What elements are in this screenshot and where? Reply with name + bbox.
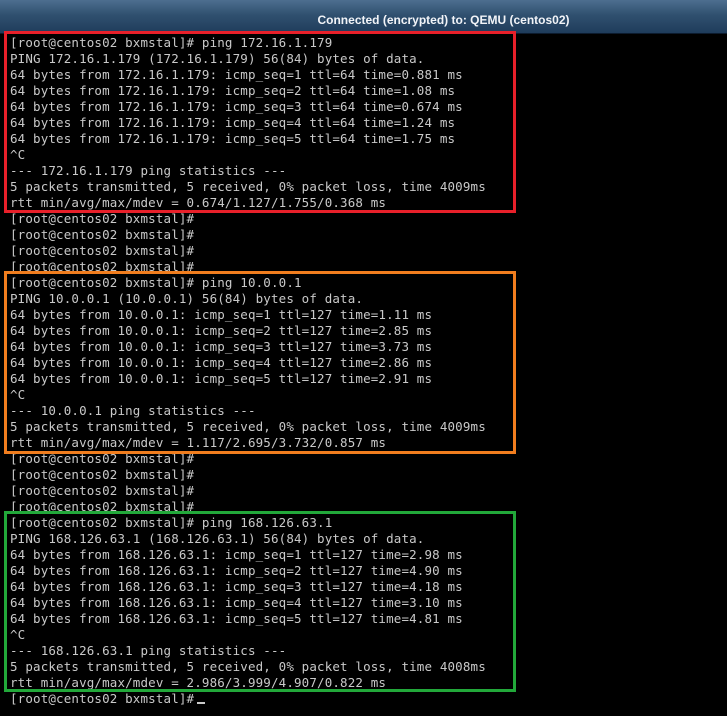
terminal-line-text: 64 bytes from 172.16.1.179: icmp_seq=1 t… — [10, 67, 463, 82]
terminal-line: [root@centos02 bxmstal]# — [10, 211, 486, 227]
terminal-line-text: 5 packets transmitted, 5 received, 0% pa… — [10, 179, 486, 194]
terminal-line: [root@centos02 bxmstal]# — [10, 451, 486, 467]
terminal-line-text: [root@centos02 bxmstal]# ping 168.126.63… — [10, 515, 333, 530]
terminal-line-text: PING 172.16.1.179 (172.16.1.179) 56(84) … — [10, 51, 425, 66]
terminal-line-text: 64 bytes from 168.126.63.1: icmp_seq=1 t… — [10, 547, 463, 562]
terminal-line: 64 bytes from 168.126.63.1: icmp_seq=4 t… — [10, 595, 486, 611]
terminal-line: [root@centos02 bxmstal]# — [10, 243, 486, 259]
terminal-line-text: [root@centos02 bxmstal]# ping 10.0.0.1 — [10, 275, 302, 290]
terminal-line-text: 64 bytes from 168.126.63.1: icmp_seq=3 t… — [10, 579, 463, 594]
terminal-output: [root@centos02 bxmstal]# ping 172.16.1.1… — [10, 35, 486, 707]
terminal-line: 64 bytes from 10.0.0.1: icmp_seq=2 ttl=1… — [10, 323, 486, 339]
terminal-line: 64 bytes from 172.16.1.179: icmp_seq=4 t… — [10, 115, 486, 131]
terminal-line: 5 packets transmitted, 5 received, 0% pa… — [10, 659, 486, 675]
terminal-line: rtt min/avg/max/mdev = 0.674/1.127/1.755… — [10, 195, 486, 211]
terminal-line-text: 5 packets transmitted, 5 received, 0% pa… — [10, 419, 486, 434]
terminal-line: 64 bytes from 172.16.1.179: icmp_seq=3 t… — [10, 99, 486, 115]
terminal-line-text: [root@centos02 bxmstal]# — [10, 483, 195, 498]
terminal-line-text: 64 bytes from 10.0.0.1: icmp_seq=5 ttl=1… — [10, 371, 433, 386]
terminal-line-text: ^C — [10, 147, 26, 162]
terminal-line: 64 bytes from 10.0.0.1: icmp_seq=1 ttl=1… — [10, 307, 486, 323]
terminal-line: ^C — [10, 387, 486, 403]
terminal-line-text: 64 bytes from 168.126.63.1: icmp_seq=2 t… — [10, 563, 463, 578]
terminal-line: [root@centos02 bxmstal]# — [10, 259, 486, 275]
terminal-line-text: [root@centos02 bxmstal]# — [10, 691, 195, 706]
terminal-line-text: rtt min/avg/max/mdev = 2.986/3.999/4.907… — [10, 675, 387, 690]
terminal-line-text: 64 bytes from 10.0.0.1: icmp_seq=4 ttl=1… — [10, 355, 433, 370]
terminal-line-text: 64 bytes from 10.0.0.1: icmp_seq=3 ttl=1… — [10, 339, 433, 354]
terminal-line-text: [root@centos02 bxmstal]# — [10, 499, 195, 514]
terminal-line: 5 packets transmitted, 5 received, 0% pa… — [10, 419, 486, 435]
terminal-line-text: 64 bytes from 10.0.0.1: icmp_seq=1 ttl=1… — [10, 307, 433, 322]
terminal-line: [root@centos02 bxmstal]# — [10, 483, 486, 499]
terminal-line: rtt min/avg/max/mdev = 1.117/2.695/3.732… — [10, 435, 486, 451]
terminal-line: 64 bytes from 172.16.1.179: icmp_seq=5 t… — [10, 131, 486, 147]
terminal-line: --- 10.0.0.1 ping statistics --- — [10, 403, 486, 419]
terminal-line: 64 bytes from 172.16.1.179: icmp_seq=2 t… — [10, 83, 486, 99]
terminal-line-text: 64 bytes from 10.0.0.1: icmp_seq=2 ttl=1… — [10, 323, 433, 338]
terminal-line-text: ^C — [10, 627, 26, 642]
terminal-line-text: [root@centos02 bxmstal]# — [10, 467, 195, 482]
terminal-line: [root@centos02 bxmstal]# — [10, 499, 486, 515]
terminal-line: 64 bytes from 168.126.63.1: icmp_seq=3 t… — [10, 579, 486, 595]
terminal-line-text: ^C — [10, 387, 26, 402]
terminal-line: 64 bytes from 10.0.0.1: icmp_seq=4 ttl=1… — [10, 355, 486, 371]
terminal-line: PING 168.126.63.1 (168.126.63.1) 56(84) … — [10, 531, 486, 547]
terminal-line-text: --- 10.0.0.1 ping statistics --- — [10, 403, 256, 418]
terminal-line: [root@centos02 bxmstal]# ping 10.0.0.1 — [10, 275, 486, 291]
terminal-line-text: --- 172.16.1.179 ping statistics --- — [10, 163, 287, 178]
terminal-line: PING 10.0.0.1 (10.0.0.1) 56(84) bytes of… — [10, 291, 486, 307]
terminal-cursor — [197, 702, 206, 704]
title-bar: Connected (encrypted) to: QEMU (centos02… — [0, 0, 727, 34]
terminal-line: [root@centos02 bxmstal]# — [10, 691, 486, 707]
terminal-line-text: [root@centos02 bxmstal]# — [10, 451, 195, 466]
terminal-line-text: 64 bytes from 168.126.63.1: icmp_seq=5 t… — [10, 611, 463, 626]
terminal-line: 64 bytes from 10.0.0.1: icmp_seq=3 ttl=1… — [10, 339, 486, 355]
terminal-line-text: PING 168.126.63.1 (168.126.63.1) 56(84) … — [10, 531, 425, 546]
terminal-line: [root@centos02 bxmstal]# — [10, 227, 486, 243]
terminal-line: 5 packets transmitted, 5 received, 0% pa… — [10, 179, 486, 195]
terminal-line-text: --- 168.126.63.1 ping statistics --- — [10, 643, 287, 658]
terminal-line-text: 64 bytes from 168.126.63.1: icmp_seq=4 t… — [10, 595, 463, 610]
terminal-line: rtt min/avg/max/mdev = 2.986/3.999/4.907… — [10, 675, 486, 691]
terminal-line: 64 bytes from 168.126.63.1: icmp_seq=2 t… — [10, 563, 486, 579]
terminal-line: --- 168.126.63.1 ping statistics --- — [10, 643, 486, 659]
terminal-line-text: [root@centos02 bxmstal]# — [10, 227, 195, 242]
terminal-line: 64 bytes from 168.126.63.1: icmp_seq=5 t… — [10, 611, 486, 627]
terminal-line-text: 5 packets transmitted, 5 received, 0% pa… — [10, 659, 486, 674]
terminal-line-text: rtt min/avg/max/mdev = 0.674/1.127/1.755… — [10, 195, 387, 210]
terminal-line: [root@centos02 bxmstal]# ping 168.126.63… — [10, 515, 486, 531]
terminal-line: PING 172.16.1.179 (172.16.1.179) 56(84) … — [10, 51, 486, 67]
terminal-line-text: 64 bytes from 172.16.1.179: icmp_seq=5 t… — [10, 131, 456, 146]
terminal-line-text: 64 bytes from 172.16.1.179: icmp_seq=2 t… — [10, 83, 456, 98]
terminal-line: 64 bytes from 10.0.0.1: icmp_seq=5 ttl=1… — [10, 371, 486, 387]
terminal-line-text: [root@centos02 bxmstal]# — [10, 259, 195, 274]
terminal-line: 64 bytes from 172.16.1.179: icmp_seq=1 t… — [10, 67, 486, 83]
terminal-console[interactable]: [root@centos02 bxmstal]# ping 172.16.1.1… — [0, 31, 727, 716]
terminal-line: ^C — [10, 627, 486, 643]
terminal-line-text: [root@centos02 bxmstal]# — [10, 211, 195, 226]
terminal-line-text: PING 10.0.0.1 (10.0.0.1) 56(84) bytes of… — [10, 291, 364, 306]
terminal-line: ^C — [10, 147, 486, 163]
terminal-line: 64 bytes from 168.126.63.1: icmp_seq=1 t… — [10, 547, 486, 563]
window-title: Connected (encrypted) to: QEMU (centos02… — [317, 13, 570, 27]
terminal-line: [root@centos02 bxmstal]# ping 172.16.1.1… — [10, 35, 486, 51]
terminal-line-text: [root@centos02 bxmstal]# ping 172.16.1.1… — [10, 35, 333, 50]
terminal-line-text: [root@centos02 bxmstal]# — [10, 243, 195, 258]
terminal-line-text: 64 bytes from 172.16.1.179: icmp_seq=3 t… — [10, 99, 463, 114]
terminal-line: --- 172.16.1.179 ping statistics --- — [10, 163, 486, 179]
terminal-line: [root@centos02 bxmstal]# — [10, 467, 486, 483]
terminal-line-text: 64 bytes from 172.16.1.179: icmp_seq=4 t… — [10, 115, 456, 130]
terminal-line-text: rtt min/avg/max/mdev = 1.117/2.695/3.732… — [10, 435, 387, 450]
vnc-viewer-window: Connected (encrypted) to: QEMU (centos02… — [0, 0, 727, 716]
